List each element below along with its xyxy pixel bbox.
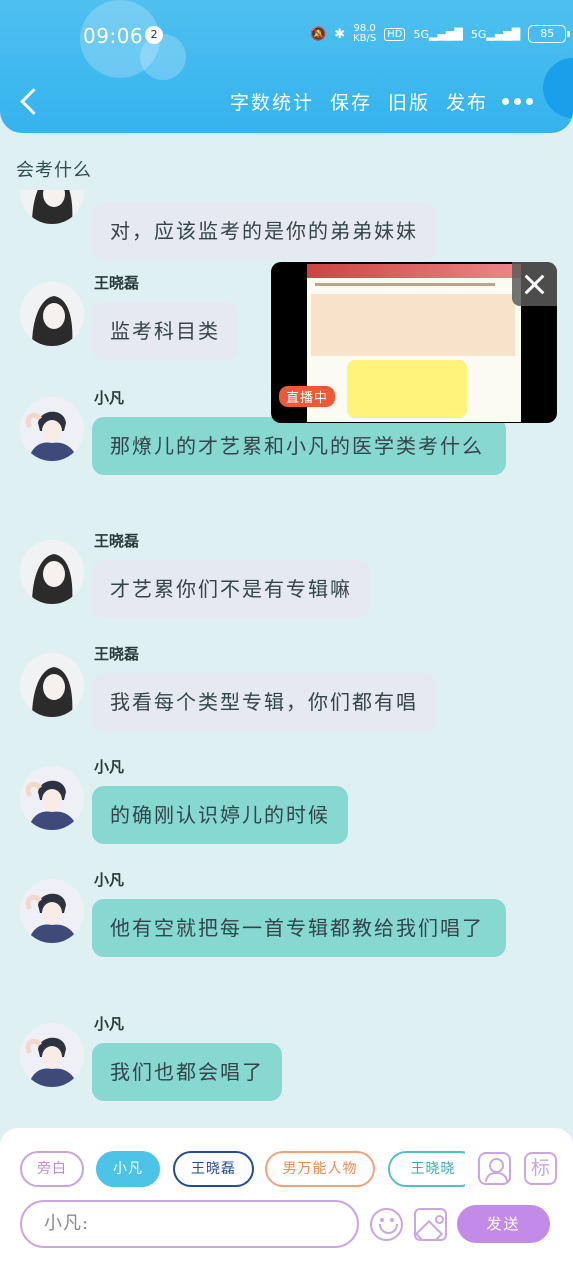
message-bubble[interactable]: 才艺累你们不是有专辑嘛 xyxy=(92,560,370,618)
decor-bubble xyxy=(543,58,573,118)
live-badge: 直播中 xyxy=(279,386,336,407)
avatar[interactable] xyxy=(20,766,84,830)
image-icon[interactable] xyxy=(414,1208,447,1241)
word-count-button[interactable]: 字数统计 xyxy=(230,88,314,115)
notification-badge: 2 xyxy=(145,26,163,44)
message-bubble[interactable]: 的确刚认识婷儿的时候 xyxy=(92,786,348,844)
message-bubble[interactable]: 他有空就把每一首专辑都教给我们唱了 xyxy=(92,899,506,957)
avatar[interactable] xyxy=(20,653,84,717)
message-bubble[interactable]: 我们也都会唱了 xyxy=(92,1043,282,1101)
more-icon[interactable] xyxy=(502,98,533,105)
save-button[interactable]: 保存 xyxy=(330,88,372,115)
sender-name: 王晓磊 xyxy=(94,274,140,292)
video-frame xyxy=(307,264,521,422)
sender-name: 小凡 xyxy=(94,758,125,776)
battery-icon: 85 xyxy=(528,25,571,43)
avatar[interactable] xyxy=(20,1023,84,1087)
emoji-icon[interactable] xyxy=(370,1208,403,1241)
character-chip[interactable]: 旁白 xyxy=(20,1151,84,1187)
message-bubble[interactable]: 对，应该监考的是你的弟弟妹妹 xyxy=(92,202,436,260)
character-chip[interactable]: 王晓磊 xyxy=(173,1151,254,1187)
send-button[interactable]: 发送 xyxy=(457,1205,550,1243)
net-speed: 98.0 KB/S xyxy=(353,24,376,44)
character-chip[interactable]: 王晓晓 xyxy=(388,1151,465,1187)
sender-name: 小凡 xyxy=(94,1015,125,1033)
message-bubble[interactable]: 那燎儿的才艺累和小凡的医学类考什么 xyxy=(92,417,506,475)
mark-icon[interactable]: 标 xyxy=(524,1152,557,1185)
signal-label: 5G xyxy=(413,27,429,41)
character-selector[interactable]: 旁白 小凡 王晓磊 男万能人物 王晓晓 xyxy=(20,1151,465,1189)
character-chip-selected[interactable]: 小凡 xyxy=(96,1151,160,1187)
status-time: 09:06 xyxy=(83,24,144,48)
toolbar-actions: 字数统计 保存 旧版 发布 xyxy=(230,88,488,115)
signal-icon: 5G▂▄▆█ xyxy=(470,27,521,41)
bluetooth-icon: ✱ xyxy=(334,26,346,42)
character-chip[interactable]: 男万能人物 xyxy=(265,1151,375,1187)
hd-icon: HD xyxy=(384,27,406,41)
signal-label: 5G xyxy=(470,27,487,41)
message-bubble[interactable]: 监考科目类 xyxy=(92,302,238,360)
mute-icon: 🔕 xyxy=(310,26,327,42)
avatar[interactable] xyxy=(20,190,84,224)
message-input[interactable]: 小凡: xyxy=(20,1200,359,1248)
close-icon[interactable] xyxy=(512,262,557,306)
top-header: 09:06 2 🔕 ✱ 98.0 KB/S HD 5G▂▄▆█ 5G▂▄▆█ 8… xyxy=(0,0,573,133)
sender-name: 小凡 xyxy=(94,871,125,889)
net-speed-unit: KB/S xyxy=(353,33,377,44)
floating-video[interactable]: 直播中 xyxy=(271,262,557,423)
status-bar: 09:06 2 🔕 ✱ 98.0 KB/S HD 5G▂▄▆█ 5G▂▄▆█ 8… xyxy=(0,24,573,52)
person-icon[interactable] xyxy=(478,1152,511,1185)
sender-name: 王晓磊 xyxy=(94,532,140,550)
avatar[interactable] xyxy=(20,879,84,943)
status-icons: 🔕 ✱ 98.0 KB/S HD 5G▂▄▆█ 5G▂▄▆█ 85 xyxy=(310,24,571,44)
publish-button[interactable]: 发布 xyxy=(446,88,488,115)
chat-title: 会考什么 xyxy=(16,160,92,181)
back-arrow-icon[interactable] xyxy=(18,88,44,116)
message-bubble[interactable]: 我看每个类型专辑，你们都有唱 xyxy=(92,673,436,731)
signal-icon: 5G▂▄▆█ xyxy=(413,27,463,41)
avatar[interactable] xyxy=(20,397,84,461)
avatar[interactable] xyxy=(20,540,84,604)
old-version-button[interactable]: 旧版 xyxy=(388,88,430,115)
sender-name: 王晓磊 xyxy=(94,645,140,663)
sender-name: 小凡 xyxy=(94,389,125,407)
avatar[interactable] xyxy=(20,282,84,346)
